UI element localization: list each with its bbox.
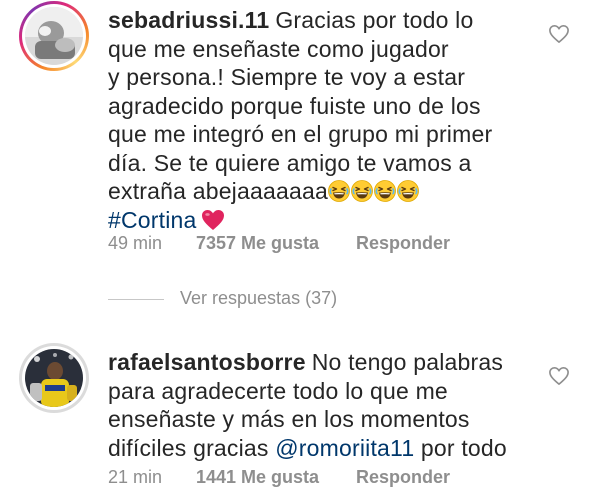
grinning-squinting-face-emoji-icon bbox=[328, 180, 350, 202]
comment-emoji-line: extraña abejaaaaaaa bbox=[108, 177, 528, 206]
emoji-row bbox=[328, 178, 420, 204]
comment-line: agradecido porque fuiste uno de los bbox=[108, 92, 481, 119]
like-heart-icon[interactable] bbox=[548, 366, 570, 386]
likes-count[interactable]: 1441 Me gusta bbox=[196, 467, 356, 488]
comment-line: día. Se te quiere amigo te vamos a bbox=[108, 149, 472, 176]
grinning-squinting-face-emoji-icon bbox=[397, 180, 419, 202]
comment-line: No tengo palabras bbox=[311, 349, 504, 375]
comment-first-line: rafaelsantosborre No tengo palabras bbox=[108, 348, 528, 377]
comment-line: y persona.! Siempre te voy a estar bbox=[108, 64, 466, 90]
comment-mention-line: difíciles gracias @romoriita11 por todo bbox=[108, 434, 528, 463]
hashtag-link[interactable]: #Cortina bbox=[108, 207, 197, 233]
comment-text: rafaelsantosborre No tengo palabras para … bbox=[108, 348, 528, 462]
grinning-squinting-face-emoji-icon bbox=[351, 180, 373, 202]
reply-button[interactable]: Responder bbox=[356, 233, 450, 254]
username[interactable]: rafaelsantosborre bbox=[108, 349, 306, 375]
avatar-photo-icon bbox=[25, 349, 83, 407]
comment-line: para agradecerte todo lo que me bbox=[108, 377, 448, 404]
view-replies-link[interactable]: Ver respuestas (37) bbox=[108, 288, 337, 312]
comment-time: 49 min bbox=[108, 233, 163, 253]
avatar-photo-icon bbox=[25, 7, 83, 65]
comment-meta: 49 min 7357 Me gusta Responder bbox=[108, 233, 450, 254]
view-replies-divider bbox=[108, 298, 164, 300]
comment-text: sebadriussi.11 Gracias por todo lo que me… bbox=[108, 6, 528, 234]
like-heart-icon[interactable] bbox=[548, 24, 570, 44]
comment-line: por todo bbox=[414, 434, 507, 461]
avatar-story-ring[interactable] bbox=[19, 1, 89, 71]
comment-first-line: sebadriussi.11 Gracias por todo lo bbox=[108, 6, 528, 35]
comment-line: que me integró en el grupo mi primer bbox=[108, 121, 493, 147]
comment-line: extraña abejaaaaaaa bbox=[108, 178, 328, 204]
avatar-ring[interactable] bbox=[19, 343, 89, 413]
hashtag-line: #Cortina bbox=[108, 206, 528, 235]
reply-button[interactable]: Responder bbox=[356, 467, 450, 488]
red-heart-emoji-icon bbox=[201, 209, 224, 230]
likes-count[interactable]: 7357 Me gusta bbox=[196, 233, 356, 254]
username[interactable]: sebadriussi.11 bbox=[108, 7, 269, 33]
avatar[interactable] bbox=[25, 7, 83, 65]
avatar[interactable] bbox=[25, 349, 83, 407]
comment-line: enseñaste y más en los momentos bbox=[108, 406, 470, 432]
comment-line: que me enseñaste como jugador bbox=[108, 35, 449, 62]
view-replies-label: Ver respuestas (37) bbox=[180, 288, 338, 308]
comment-meta: 21 min 1441 Me gusta Responder bbox=[108, 467, 450, 488]
comment-line: difíciles gracias bbox=[108, 434, 276, 461]
comment-line: Gracias por todo lo bbox=[275, 7, 474, 33]
comment-time: 21 min bbox=[108, 467, 163, 487]
mention-link[interactable]: @romoriita11 bbox=[275, 435, 414, 461]
grinning-squinting-face-emoji-icon bbox=[374, 180, 396, 202]
